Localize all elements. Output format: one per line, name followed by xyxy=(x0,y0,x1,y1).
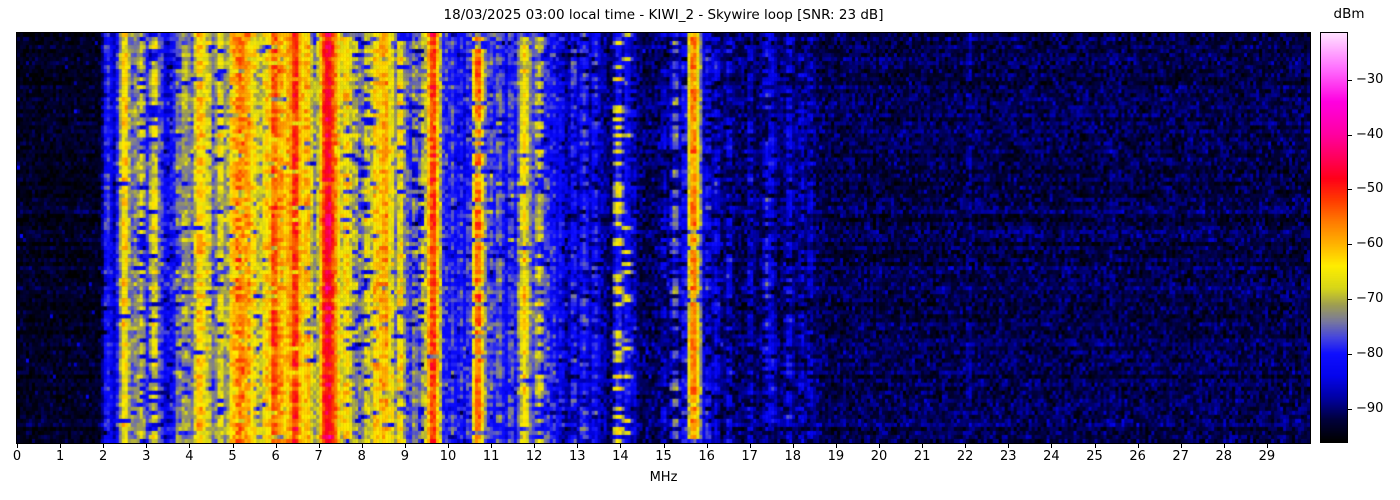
colorbar-tick-label: −50 xyxy=(1356,181,1384,197)
x-tick-label: 6 xyxy=(271,449,280,464)
x-tick-label: 21 xyxy=(913,449,931,464)
x-tick-mark xyxy=(1180,444,1182,448)
x-tick-mark xyxy=(534,444,536,448)
x-tick-label: 12 xyxy=(525,449,543,464)
x-tick-mark xyxy=(1008,444,1010,448)
x-tick-label: 23 xyxy=(1000,449,1017,464)
x-tick-label: 19 xyxy=(827,449,845,464)
x-tick-label: 4 xyxy=(185,449,194,464)
colorbar xyxy=(1320,32,1348,443)
x-tick-label: 1 xyxy=(55,449,65,464)
x-tick-mark xyxy=(663,444,665,448)
colorbar-tick-mark xyxy=(1348,134,1352,136)
x-tick-label: 24 xyxy=(1043,449,1060,464)
x-tick-mark xyxy=(361,444,363,448)
x-tick-mark xyxy=(17,444,18,448)
colorbar-tick-mark xyxy=(1348,79,1352,81)
colorbar-tick-label: −70 xyxy=(1356,291,1384,307)
x-tick-mark xyxy=(448,444,449,448)
x-tick-label: 8 xyxy=(357,449,366,464)
x-tick-mark xyxy=(922,444,924,448)
x-axis-label: MHz xyxy=(649,470,678,485)
x-tick-mark xyxy=(1266,444,1268,448)
x-tick-mark xyxy=(1094,444,1096,448)
figure-title: 18/03/2025 03:00 local time - KIWI_2 - S… xyxy=(443,7,884,23)
x-tick-mark xyxy=(792,444,794,448)
colorbar-tick-label: −60 xyxy=(1356,236,1384,252)
x-tick-label: 13 xyxy=(569,449,586,464)
x-tick-mark xyxy=(60,444,62,448)
spectrogram-figure: 18/03/2025 03:00 local time - KIWI_2 - S… xyxy=(0,0,1400,500)
x-tick-label: 14 xyxy=(612,449,629,464)
x-tick-label: 16 xyxy=(698,449,715,464)
x-tick-label: 27 xyxy=(1172,449,1189,464)
x-tick-mark xyxy=(1223,444,1225,448)
x-tick-label: 20 xyxy=(870,449,888,464)
x-tick-mark xyxy=(577,444,579,448)
x-tick-label: 18 xyxy=(784,449,802,464)
colorbar-tick-mark xyxy=(1348,189,1352,191)
colorbar-tick-mark xyxy=(1348,244,1352,246)
x-tick-label: 25 xyxy=(1086,449,1103,464)
x-tick-label: 28 xyxy=(1215,449,1233,464)
colorbar-tick-label: −80 xyxy=(1356,346,1384,362)
x-tick-mark xyxy=(103,444,105,448)
x-tick-label: 2 xyxy=(99,449,108,464)
x-tick-mark xyxy=(189,444,191,448)
x-tick-label: 15 xyxy=(655,449,672,464)
x-tick-mark xyxy=(491,444,493,448)
x-tick-mark xyxy=(146,444,148,448)
x-tick-label: 26 xyxy=(1129,449,1146,464)
x-tick-mark xyxy=(749,444,751,448)
x-tick-label: 10 xyxy=(439,449,457,464)
x-tick-mark xyxy=(404,444,406,448)
x-tick-label: 3 xyxy=(142,449,151,464)
colorbar-tick-mark xyxy=(1348,299,1352,301)
x-tick-mark xyxy=(1051,444,1053,448)
x-tick-label: 9 xyxy=(400,449,410,464)
colorbar-tick-label: −30 xyxy=(1356,71,1384,87)
x-tick-mark xyxy=(706,444,708,448)
x-tick-label: 11 xyxy=(482,449,500,464)
colorbar-tick-mark xyxy=(1348,354,1352,356)
x-tick-mark xyxy=(835,444,837,448)
x-tick-label: 17 xyxy=(741,449,758,464)
x-tick-mark xyxy=(318,444,320,448)
x-tick-mark xyxy=(232,444,234,448)
colorbar-tick-label: −90 xyxy=(1356,401,1384,417)
x-tick-label: 22 xyxy=(956,449,974,464)
colorbar-tick-label: −40 xyxy=(1356,126,1384,142)
x-tick-mark xyxy=(879,444,880,448)
x-tick-mark xyxy=(965,444,967,448)
x-tick-mark xyxy=(275,444,277,448)
x-tick-label: 5 xyxy=(228,449,237,464)
spectrogram-canvas xyxy=(16,32,1311,444)
x-tick-mark xyxy=(1137,444,1139,448)
x-tick-label: 7 xyxy=(314,449,323,464)
colorbar-label: dBm xyxy=(1333,6,1365,22)
x-tick-label: 29 xyxy=(1258,449,1276,464)
x-tick-label: 0 xyxy=(12,449,22,464)
colorbar-tick-mark xyxy=(1348,409,1352,411)
x-tick-mark xyxy=(620,444,622,448)
